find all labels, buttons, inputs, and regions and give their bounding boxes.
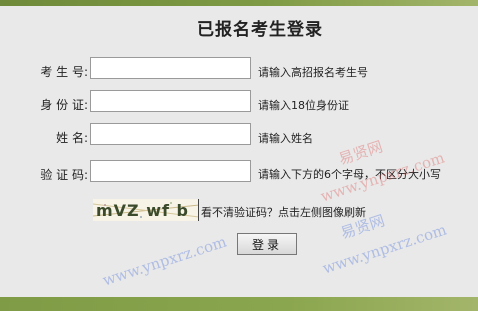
watermark-brand-url-blue-right: www.ynpxrz.com	[320, 220, 449, 278]
top-decorative-bar	[0, 0, 478, 6]
captcha-refresh-note: 看不清验证码？点击左侧图像刷新	[201, 206, 366, 219]
watermark-brand-url-blue-left: www.ynpxrz.com	[100, 232, 229, 290]
name-label: 姓 名:	[56, 131, 88, 145]
exam-number-input[interactable]	[90, 57, 251, 79]
captcha-input[interactable]	[90, 160, 251, 182]
captcha-hint: 请输入下方的6个字母，不区分大小写	[258, 168, 441, 181]
watermark-brand-cn: 易贤网	[336, 137, 385, 169]
login-button[interactable]: 登录	[237, 233, 297, 255]
id-card-label: 身 份 证:	[40, 98, 88, 112]
login-page: 已报名考生登录 考 生 号: 请输入高招报名考生号 身 份 证: 请输入18位身…	[0, 0, 478, 311]
name-hint: 请输入姓名	[258, 132, 313, 145]
name-input[interactable]	[90, 123, 251, 145]
id-card-input[interactable]	[90, 90, 251, 112]
bottom-decorative-bar	[0, 297, 478, 311]
page-title: 已报名考生登录	[197, 20, 323, 40]
exam-number-hint: 请输入高招报名考生号	[258, 66, 368, 79]
captcha-image[interactable]: mVZ wf b	[93, 199, 199, 221]
captcha-text: mVZ wf b	[96, 201, 189, 220]
captcha-noise: mVZ wf b	[93, 201, 198, 220]
captcha-label: 验 证 码:	[40, 168, 88, 182]
id-card-hint: 请输入18位身份证	[258, 99, 349, 112]
exam-number-label: 考 生 号:	[40, 65, 88, 79]
